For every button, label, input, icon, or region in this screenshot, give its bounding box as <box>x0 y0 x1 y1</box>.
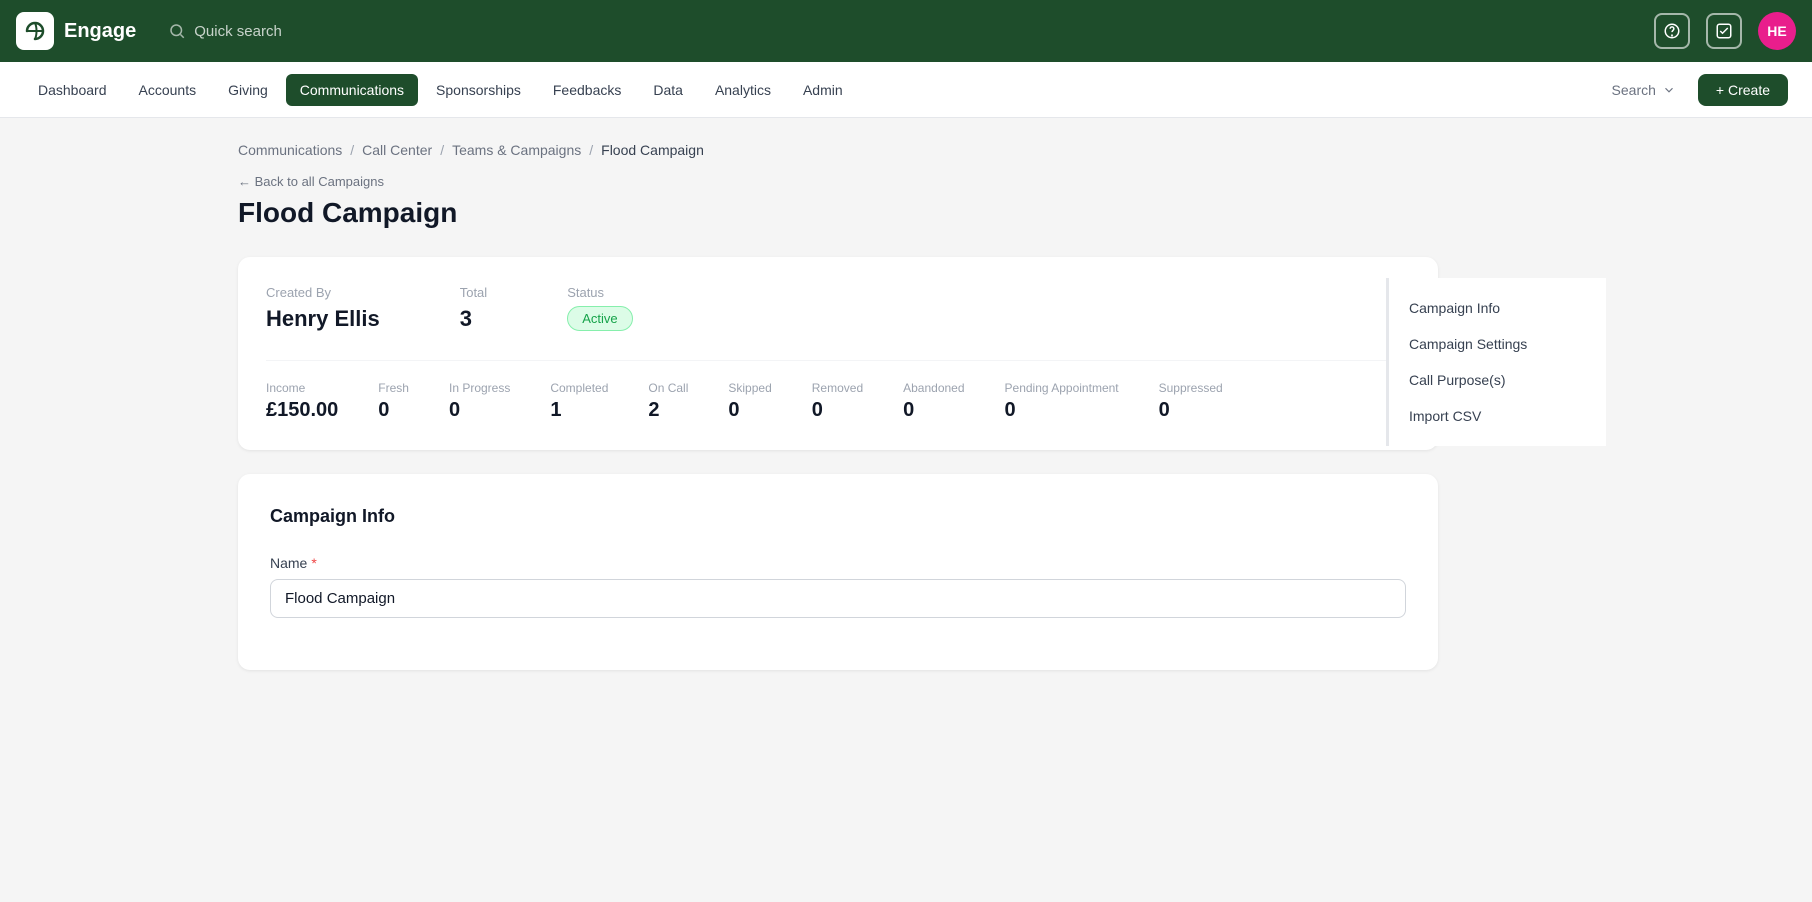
back-link[interactable]: ← Back to all Campaigns <box>238 174 1574 189</box>
campaign-info-title: Campaign Info <box>270 506 1406 527</box>
stat-pending-appointment: Pending Appointment 0 <box>1005 381 1119 422</box>
income-value: £150.00 <box>266 399 338 422</box>
stat-suppressed: Suppressed 0 <box>1159 381 1223 422</box>
nav-sponsorships[interactable]: Sponsorships <box>422 74 535 106</box>
side-nav-call-purposes[interactable]: Call Purpose(s) <box>1389 362 1606 398</box>
help-button[interactable] <box>1654 13 1690 49</box>
total-value: 3 <box>460 306 487 332</box>
tasks-button[interactable] <box>1706 13 1742 49</box>
breadcrumb-sep-1: / <box>350 142 354 158</box>
quick-search-area[interactable]: Quick search <box>168 22 282 40</box>
breadcrumb-teams-campaigns[interactable]: Teams & Campaigns <box>452 142 581 158</box>
on-call-label: On Call <box>648 381 688 395</box>
name-label: Name * <box>270 555 1406 571</box>
removed-value: 0 <box>812 399 863 422</box>
stat-fresh: Fresh 0 <box>378 381 409 422</box>
in-progress-label: In Progress <box>449 381 510 395</box>
nav-dashboard[interactable]: Dashboard <box>24 74 121 106</box>
side-nav-campaign-info[interactable]: Campaign Info <box>1389 290 1606 326</box>
breadcrumb-communications[interactable]: Communications <box>238 142 342 158</box>
nav-analytics[interactable]: Analytics <box>701 74 785 106</box>
user-avatar[interactable]: HE <box>1758 12 1796 50</box>
fresh-value: 0 <box>378 399 409 422</box>
skipped-value: 0 <box>728 399 771 422</box>
logo-area: Engage <box>16 12 136 50</box>
nav-admin[interactable]: Admin <box>789 74 857 106</box>
created-by-value: Henry Ellis <box>266 306 380 332</box>
stat-completed: Completed 1 <box>550 381 608 422</box>
income-label: Income <box>266 381 338 395</box>
nav-feedbacks[interactable]: Feedbacks <box>539 74 635 106</box>
quick-search-label: Quick search <box>194 23 282 40</box>
create-button[interactable]: + Create <box>1698 74 1788 106</box>
nav-giving[interactable]: Giving <box>214 74 282 106</box>
stats-card: Created By Henry Ellis Total 3 Status Ac… <box>238 257 1438 450</box>
abandoned-value: 0 <box>903 399 964 422</box>
required-indicator: * <box>311 555 316 571</box>
stat-removed: Removed 0 <box>812 381 863 422</box>
abandoned-label: Abandoned <box>903 381 964 395</box>
search-label: Search <box>1612 82 1656 98</box>
search-icon <box>168 22 186 40</box>
on-call-value: 2 <box>648 399 688 422</box>
completed-value: 1 <box>550 399 608 422</box>
campaign-info-section: Campaign Info Name * <box>238 474 1438 670</box>
suppressed-label: Suppressed <box>1159 381 1223 395</box>
main-nav: Dashboard Accounts Giving Communications… <box>24 74 857 106</box>
stats-bottom: Income £150.00 Fresh 0 In Progress 0 Com… <box>266 360 1410 422</box>
total-label: Total <box>460 285 487 300</box>
status-label: Status <box>567 285 632 300</box>
breadcrumb-sep-3: / <box>589 142 593 158</box>
status-badge: Active <box>567 306 632 331</box>
suppressed-value: 0 <box>1159 399 1223 422</box>
side-nav-import-csv[interactable]: Import CSV <box>1389 398 1606 434</box>
completed-label: Completed <box>550 381 608 395</box>
created-by-label: Created By <box>266 285 380 300</box>
page-title: Flood Campaign <box>238 197 1574 229</box>
total-group: Total 3 <box>460 285 487 332</box>
fresh-label: Fresh <box>378 381 409 395</box>
in-progress-value: 0 <box>449 399 510 422</box>
breadcrumb-call-center[interactable]: Call Center <box>362 142 432 158</box>
pending-appointment-label: Pending Appointment <box>1005 381 1119 395</box>
status-group: Status Active <box>567 285 632 332</box>
main-content: Communications / Call Center / Teams & C… <box>206 118 1606 694</box>
pending-appointment-value: 0 <box>1005 399 1119 422</box>
stat-in-progress: In Progress 0 <box>449 381 510 422</box>
nav-data[interactable]: Data <box>639 74 697 106</box>
nav-right: Search + Create <box>1602 74 1788 106</box>
removed-label: Removed <box>812 381 863 395</box>
skipped-label: Skipped <box>728 381 771 395</box>
stat-income: Income £150.00 <box>266 381 338 422</box>
app-name: Engage <box>64 20 136 43</box>
chevron-down-icon <box>1662 83 1676 97</box>
created-by-group: Created By Henry Ellis <box>266 285 380 332</box>
logo-icon <box>16 12 54 50</box>
stats-top: Created By Henry Ellis Total 3 Status Ac… <box>266 285 1410 332</box>
name-form-group: Name * <box>270 555 1406 618</box>
stat-abandoned: Abandoned 0 <box>903 381 964 422</box>
nav-communications[interactable]: Communications <box>286 74 418 106</box>
top-bar-right: HE <box>1654 12 1796 50</box>
top-bar: Engage Quick search HE <box>0 0 1812 62</box>
stat-skipped: Skipped 0 <box>728 381 771 422</box>
stat-on-call: On Call 2 <box>648 381 688 422</box>
breadcrumb: Communications / Call Center / Teams & C… <box>238 142 1574 158</box>
secondary-nav: Dashboard Accounts Giving Communications… <box>0 62 1812 118</box>
search-dropdown[interactable]: Search <box>1602 76 1686 104</box>
nav-accounts[interactable]: Accounts <box>125 74 211 106</box>
breadcrumb-sep-2: / <box>440 142 444 158</box>
campaign-name-input[interactable] <box>270 579 1406 618</box>
side-nav-campaign-settings[interactable]: Campaign Settings <box>1389 326 1606 362</box>
breadcrumb-current: Flood Campaign <box>601 142 704 158</box>
side-nav: Campaign Info Campaign Settings Call Pur… <box>1386 278 1606 446</box>
